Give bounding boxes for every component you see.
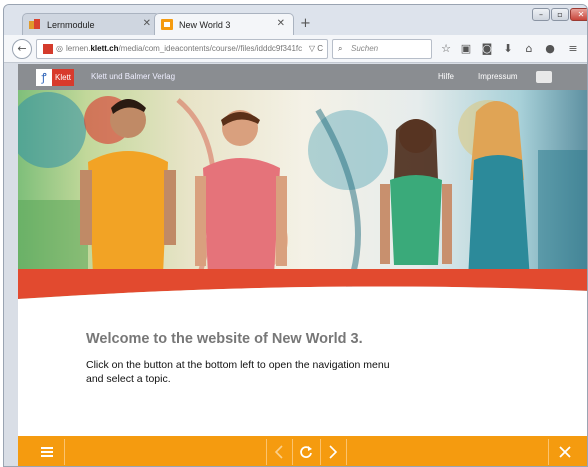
help-link[interactable]: Hilfe xyxy=(438,72,454,81)
divider xyxy=(64,439,65,465)
tab-lernmodule[interactable]: Lernmodule ✕ xyxy=(22,13,160,35)
tab-new-world-3[interactable]: New World 3 ✕ xyxy=(154,13,294,35)
klett-logo[interactable]: ꝭ Klett xyxy=(36,69,75,86)
browser-window: Lernmodule ✕ New World 3 ✕ + – ▫ ✕ ← ◎ le… xyxy=(3,4,588,467)
tab-label: Lernmodule xyxy=(47,19,95,30)
publisher-name: Klett und Balmer Verlag xyxy=(91,72,176,81)
imprint-link[interactable]: Impressum xyxy=(478,72,518,81)
hamburger-icon[interactable] xyxy=(32,436,62,466)
search-placeholder: Suchen xyxy=(351,44,379,53)
globe-icon: ◎ xyxy=(56,44,63,53)
instructions-text: Click on the button at the bottom left t… xyxy=(86,359,390,385)
search-icon: ⌕ xyxy=(338,44,343,53)
close-tab-icon[interactable]: ✕ xyxy=(277,18,285,29)
site-identity-icon xyxy=(43,43,53,54)
divider xyxy=(346,439,347,465)
reload-dropdown-icon[interactable]: ▽ C xyxy=(309,40,323,58)
address-bar[interactable]: ◎ lernen.klett.ch/media/com_ideacontents/… xyxy=(36,39,328,59)
back-arrow-icon[interactable]: ← xyxy=(12,39,32,59)
tab-label: New World 3 xyxy=(179,19,231,30)
web-page: ꝭ Klett Klett und Balmer Verlag Hilfe Im… xyxy=(18,64,587,466)
menu-icon[interactable]: ≡ xyxy=(566,42,580,55)
title-bar: Lernmodule ✕ New World 3 ✕ + – ▫ ✕ xyxy=(4,5,587,35)
print-icon[interactable] xyxy=(536,71,552,83)
navigation-bar: ← ◎ lernen.klett.ch/media/com_ideacontent… xyxy=(4,35,587,63)
maximize-icon[interactable]: ▫ xyxy=(551,8,569,21)
reading-list-icon[interactable]: ▣ xyxy=(459,42,473,55)
new-tab-icon[interactable]: + xyxy=(300,16,311,31)
klett-mark-icon: ꝭ xyxy=(36,69,52,86)
chevron-right-icon[interactable] xyxy=(320,436,346,466)
klett-logo-text: Klett xyxy=(52,69,75,86)
klett-favicon-icon xyxy=(29,19,41,30)
red-wave-band xyxy=(18,269,587,309)
download-icon[interactable]: ⬇ xyxy=(501,42,515,55)
bottom-nav-bar xyxy=(18,436,587,466)
url-path: /media/com_ideacontents/course//files/id… xyxy=(118,44,303,53)
chevron-left-icon[interactable] xyxy=(266,436,292,466)
minimize-icon[interactable]: – xyxy=(532,8,550,21)
close-tab-icon[interactable]: ✕ xyxy=(143,18,151,29)
reload-icon[interactable] xyxy=(292,436,320,466)
pocket-icon[interactable]: ◙ xyxy=(480,42,494,55)
search-input[interactable]: ⌕ Suchen xyxy=(332,39,432,59)
url-prefix: lernen. xyxy=(65,44,91,53)
bookmark-star-icon[interactable]: ☆ xyxy=(439,42,453,55)
welcome-heading: Welcome to the website of New World 3. xyxy=(86,331,363,347)
site-header: ꝭ Klett Klett und Balmer Verlag Hilfe Im… xyxy=(18,64,587,90)
newworld-favicon-icon xyxy=(161,19,173,30)
window-close-icon[interactable]: ✕ xyxy=(570,8,587,21)
url-host: klett.ch xyxy=(90,44,119,53)
divider xyxy=(548,439,549,465)
chat-icon[interactable]: ● xyxy=(543,42,557,55)
home-icon[interactable]: ⌂ xyxy=(522,42,536,55)
close-icon[interactable] xyxy=(550,436,580,466)
